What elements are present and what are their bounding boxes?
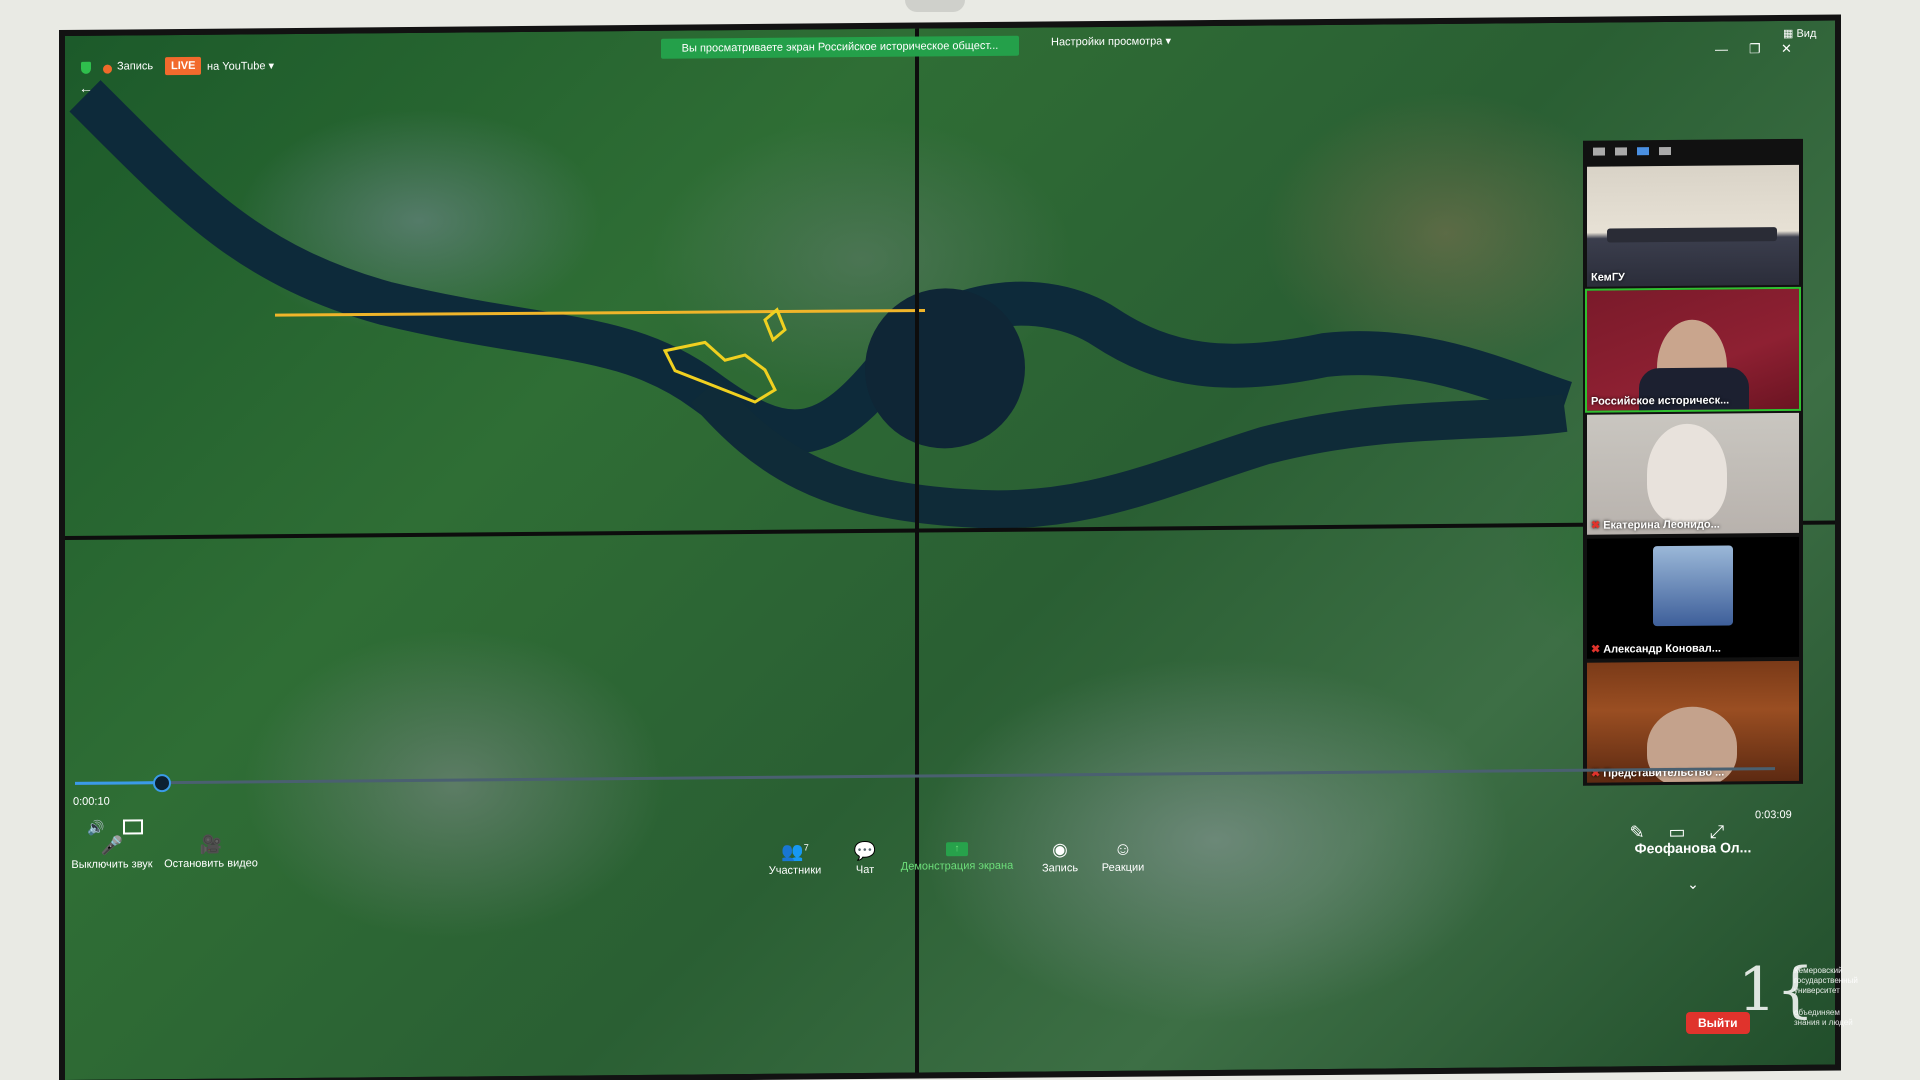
participants-count: 7 [803,842,809,853]
participants-label: Участники [768,864,822,877]
youtube-label: на YouTube [207,60,266,73]
recording-label[interactable]: Запись [117,60,153,72]
view-button-label: Вид [1796,27,1817,40]
screen-icon[interactable]: ▭ [1665,822,1689,845]
highlight-small-outline [763,307,787,343]
gallery-layout-switcher [1583,139,1803,163]
elapsed-time: 0:00:10 [73,795,110,808]
youtube-dropdown[interactable]: на YouTube ▾ [207,59,274,73]
reactions-button[interactable]: ☺ Реакции [1093,839,1153,875]
reactions-icon: ☺ [1113,838,1133,859]
satellite-map [65,20,1835,1080]
live-badge[interactable]: LIVE [165,56,202,76]
recording-dot-icon [103,64,112,74]
stop-video-button[interactable]: 🎥 Остановить видео [161,834,261,871]
mic-off-icon: ✖ [1591,643,1601,656]
back-arrow-icon[interactable]: ← [79,80,93,96]
captions-icon[interactable] [123,819,143,835]
participant-gallery: КемГУ Российское историческ... ✖ Екатерин… [1583,138,1803,892]
remaining-time: 0:03:09 [1755,808,1792,822]
record-button[interactable]: ◉ Запись [1035,839,1085,874]
mute-label: Выключить звук [71,858,153,871]
participant-video [1647,423,1727,525]
chat-icon: 💬 [853,840,877,862]
layout-list-icon[interactable] [1637,147,1649,156]
progress-knob[interactable] [153,774,171,793]
share-screen-label: Демонстрация экрана [900,859,1014,873]
participant-tile[interactable]: ✖ Екатерина Леонидо... [1587,412,1799,535]
participants-icon: 👥7 [781,841,809,862]
layout-grid-icon[interactable] [1659,146,1671,156]
stop-video-label: Остановить видео [164,857,258,871]
restore-icon[interactable]: ❐ [1749,41,1761,57]
shield-icon[interactable] [81,61,91,74]
participant-tile[interactable]: Российское историческ... [1585,286,1801,413]
expand-icon[interactable]: ⤢ [1705,821,1729,844]
reactions-label: Реакции [1101,861,1145,874]
participant-tile[interactable]: ✖ Представительство ... [1587,660,1799,783]
layout-strip-icon[interactable] [1615,147,1627,156]
microphone-icon: 🎤 [100,835,124,856]
university-slogan: объединяем знания и людей [1794,1008,1853,1027]
participant-name-text: Александр Коновал... [1603,642,1721,656]
grid-icon: ▦ [1783,27,1794,41]
mic-off-icon: ✖ [1591,519,1601,532]
chevron-down-icon: ▾ [1165,35,1171,48]
share-screen-button[interactable]: ↑ Демонстрация экрана [897,842,1017,873]
view-options-label: Настройки просмотра [1051,35,1163,49]
camera-icon: 🎥 [199,834,223,855]
close-icon[interactable]: ✕ [1781,41,1792,57]
map-overlay [69,80,1573,529]
view-button[interactable]: ▦ Вид [1783,27,1816,40]
display-bezel-vertical [915,28,919,1073]
participant-tile[interactable]: КемГУ [1587,164,1799,287]
participant-name: ✖ Екатерина Леонидо... [1591,518,1720,532]
video-wall-screen: ← Запись LIVE на YouTube ▾ Вы просматрив… [65,20,1835,1080]
record-label: Запись [1041,862,1079,875]
river-upper [69,80,1573,454]
chevron-down-icon: ▾ [268,60,275,73]
speaker-icon[interactable]: 🔊 [87,820,104,837]
chat-label: Чат [855,863,875,877]
mute-button[interactable]: 🎤 Выключить звук [67,835,157,871]
view-options-dropdown[interactable]: Настройки просмотра ▾ [1051,34,1171,48]
minimize-icon[interactable]: — [1715,41,1728,56]
participant-video [1653,545,1733,627]
share-screen-icon: ↑ [946,842,968,857]
participant-name-text: Екатерина Леонидо... [1603,518,1720,532]
screen-share-banner: Вы просматриваете экран Российское истор… [661,35,1019,59]
participant-tile[interactable]: ✖ Александр Коновал... [1587,536,1799,659]
participant-name-only[interactable]: Феофанова Ол... [1583,839,1803,857]
chat-button[interactable]: 💬 Чат [845,841,885,876]
layout-speaker-icon[interactable] [1593,147,1605,156]
conference-table [1607,227,1777,243]
participant-name: ✖ Александр Коновал... [1591,642,1721,656]
participant-name: КемГУ [1591,271,1625,284]
record-icon: ◉ [1052,839,1068,860]
participants-button[interactable]: 👥7 Участники [765,841,825,877]
university-name: Кемеровский государственный университет [1794,966,1858,995]
university-watermark: 1{ Кемеровский государственный университ… [1738,960,1878,1030]
annotate-icon[interactable]: ✎ [1625,822,1649,845]
ceiling-lamp [905,0,965,12]
chevron-down-icon[interactable]: ⌄ [1583,875,1803,894]
participant-name: Российское историческ... [1591,394,1730,408]
